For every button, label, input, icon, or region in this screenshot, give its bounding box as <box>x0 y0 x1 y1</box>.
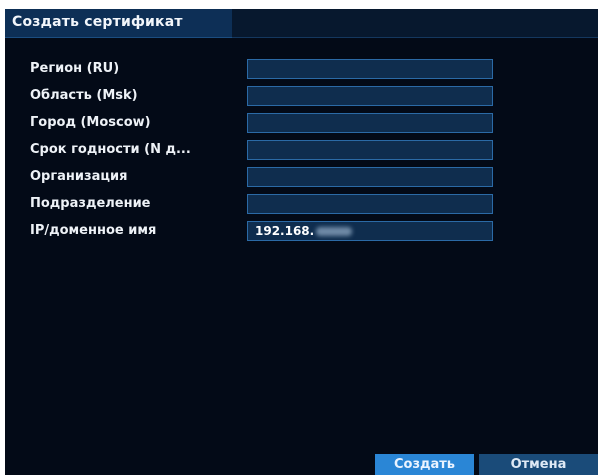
dialog-title-bar: Создать сертификат <box>5 9 232 38</box>
form-row-region: Регион (RU) <box>5 59 505 81</box>
form-row-city: Город (Moscow) <box>5 113 505 135</box>
cancel-button[interactable]: Отмена <box>479 454 598 475</box>
form-row-department: Подразделение <box>5 194 505 216</box>
organization-label: Организация <box>30 169 128 184</box>
oblast-label: Область (Msk) <box>30 88 138 103</box>
validity-period-label: Срок годности (N д... <box>30 142 191 157</box>
organization-input[interactable] <box>247 167 493 187</box>
create-button[interactable]: Создать <box>375 454 474 475</box>
form-row-organization: Организация <box>5 167 505 189</box>
form-row-validity: Срок годности (N д... <box>5 140 505 162</box>
create-certificate-dialog: Создать сертификат Регион (RU) Область (… <box>5 9 598 475</box>
ip-domain-input[interactable] <box>247 221 493 241</box>
form-row-oblast: Область (Msk) <box>5 86 505 108</box>
city-label: Город (Moscow) <box>30 115 151 130</box>
validity-period-input[interactable] <box>247 140 493 160</box>
dialog-title-bar-extension <box>232 9 598 38</box>
department-input[interactable] <box>247 194 493 214</box>
form-row-ip-domain: IP/доменное имя 192.168. <box>5 221 505 243</box>
region-input[interactable] <box>247 59 493 79</box>
city-input[interactable] <box>247 113 493 133</box>
ip-domain-label: IP/доменное имя <box>30 223 157 238</box>
oblast-input[interactable] <box>247 86 493 106</box>
department-label: Подразделение <box>30 196 151 211</box>
region-label: Регион (RU) <box>30 61 120 76</box>
dialog-title: Создать сертификат <box>12 14 183 30</box>
